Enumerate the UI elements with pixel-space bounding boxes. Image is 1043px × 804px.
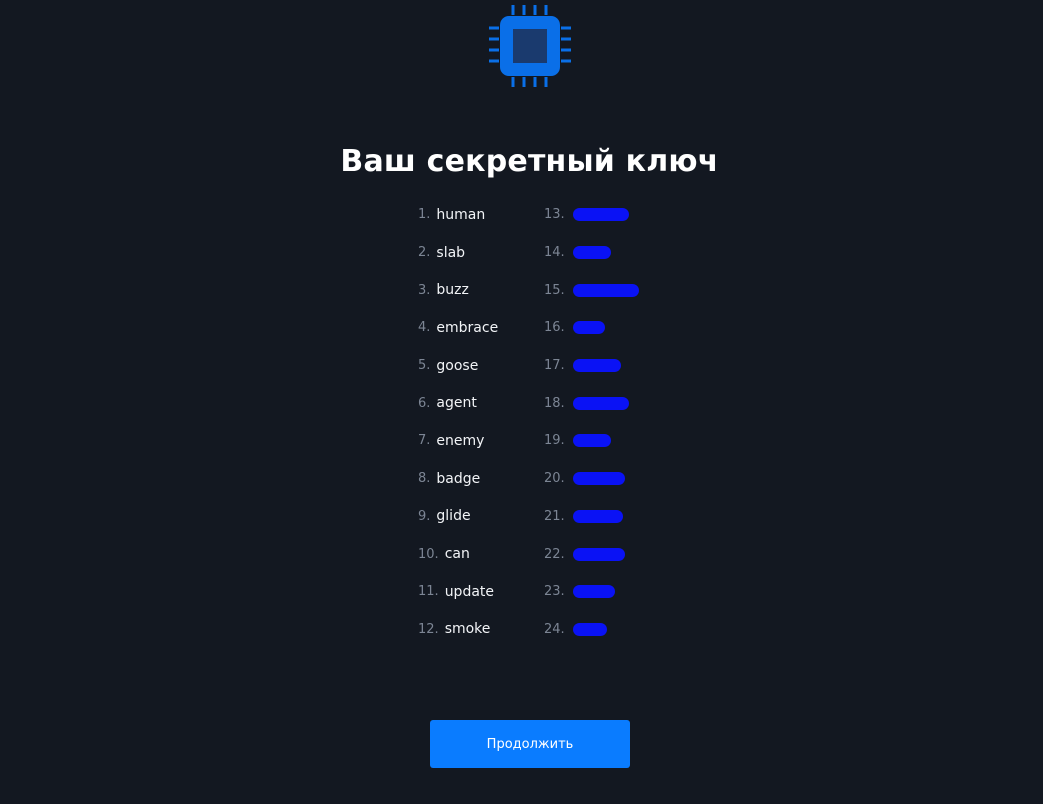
seed-word-text: embrace bbox=[436, 319, 499, 336]
seed-word-item: 8. badge bbox=[418, 460, 498, 498]
seed-word-number: 2. bbox=[418, 245, 431, 261]
redaction-mark bbox=[572, 547, 625, 561]
seed-word-item: 2. slab bbox=[418, 234, 498, 272]
seed-word-item: 12. smoke bbox=[418, 611, 498, 649]
seed-word-text: agent bbox=[436, 395, 477, 412]
redaction-mark bbox=[572, 321, 605, 335]
seed-word-number: 23. bbox=[544, 584, 565, 600]
seed-words-column-right: 13. 14. 15. 16. 17. 18. 19. 20. 21. 22. 23. 24. bbox=[544, 196, 639, 648]
seed-word-number: 17. bbox=[544, 358, 565, 374]
redaction-mark bbox=[572, 472, 625, 486]
seed-word-number: 14. bbox=[544, 245, 565, 261]
seed-word-number: 1. bbox=[418, 207, 431, 223]
redaction-mark bbox=[572, 283, 639, 297]
page-title: Ваш секретный ключ bbox=[340, 144, 719, 179]
seed-word-text: buzz bbox=[436, 282, 469, 299]
seed-word-item: 24. bbox=[544, 611, 639, 649]
seed-word-number: 15. bbox=[544, 282, 565, 298]
redaction-mark bbox=[572, 622, 607, 636]
seed-word-text: smoke bbox=[444, 621, 491, 638]
redaction-mark bbox=[572, 434, 611, 448]
seed-word-item: 10. can bbox=[418, 535, 498, 573]
seed-word-item: 6. agent bbox=[418, 384, 498, 422]
seed-word-number: 20. bbox=[544, 471, 565, 487]
seed-word-number: 21. bbox=[544, 508, 565, 524]
redaction-mark bbox=[572, 208, 629, 222]
seed-word-text: glide bbox=[436, 508, 471, 525]
seed-word-item: 22. bbox=[544, 535, 639, 573]
seed-word-item: 23. bbox=[544, 573, 639, 611]
redaction-mark bbox=[572, 359, 621, 373]
seed-word-item: 21. bbox=[544, 498, 639, 536]
seed-word-number: 19. bbox=[544, 433, 565, 449]
seed-word-item: 18. bbox=[544, 384, 639, 422]
seed-word-number: 5. bbox=[418, 358, 431, 374]
seed-word-text: enemy bbox=[436, 432, 485, 449]
seed-word-item: 19. bbox=[544, 422, 639, 460]
seed-word-item: 7. enemy bbox=[418, 422, 498, 460]
seed-word-number: 7. bbox=[418, 433, 431, 449]
seed-word-number: 24. bbox=[544, 621, 565, 637]
redaction-mark bbox=[572, 246, 611, 260]
redaction-mark bbox=[572, 509, 623, 523]
seed-word-number: 18. bbox=[544, 395, 565, 411]
seed-word-text: goose bbox=[436, 357, 479, 374]
seed-word-item: 13. bbox=[544, 196, 639, 234]
seed-word-number: 11. bbox=[418, 584, 439, 600]
seed-word-number: 8. bbox=[418, 471, 431, 487]
seed-word-item: 15. bbox=[544, 271, 639, 309]
seed-word-number: 3. bbox=[418, 282, 431, 298]
seed-word-text: update bbox=[444, 583, 495, 600]
seed-word-item: 16. bbox=[544, 309, 639, 347]
seed-word-item: 3. buzz bbox=[418, 271, 498, 309]
seed-word-number: 4. bbox=[418, 320, 431, 336]
seed-phrase-page: Ваш секретный ключ 1. human 2. slab 3. buzz 4.… bbox=[0, 0, 1043, 804]
seed-word-item: 14. bbox=[544, 234, 639, 272]
seed-word-number: 22. bbox=[544, 546, 565, 562]
seed-word-number: 16. bbox=[544, 320, 565, 336]
seed-word-item: 20. bbox=[544, 460, 639, 498]
redaction-mark bbox=[572, 396, 629, 410]
seed-word-text: badge bbox=[436, 470, 481, 487]
seed-word-text: slab bbox=[436, 244, 466, 261]
seed-word-text: can bbox=[444, 546, 470, 563]
seed-word-number: 10. bbox=[418, 546, 439, 562]
seed-word-item: 17. bbox=[544, 347, 639, 385]
cpu-chip-icon bbox=[489, 5, 571, 87]
seed-word-item: 5. goose bbox=[418, 347, 498, 385]
seed-word-item: 9. glide bbox=[418, 498, 498, 536]
seed-words-column-left: 1. human 2. slab 3. buzz 4. embrace 5. goose 6. age… bbox=[418, 196, 498, 648]
redaction-mark bbox=[572, 585, 615, 599]
seed-word-number: 13. bbox=[544, 207, 565, 223]
seed-word-number: 6. bbox=[418, 395, 431, 411]
seed-word-item: 11. update bbox=[418, 573, 498, 611]
continue-button[interactable]: Продолжить bbox=[430, 720, 630, 768]
seed-word-text: human bbox=[436, 206, 486, 223]
seed-word-item: 1. human bbox=[418, 196, 498, 234]
seed-word-number: 9. bbox=[418, 508, 431, 524]
seed-word-number: 12. bbox=[418, 621, 439, 637]
seed-word-item: 4. embrace bbox=[418, 309, 498, 347]
